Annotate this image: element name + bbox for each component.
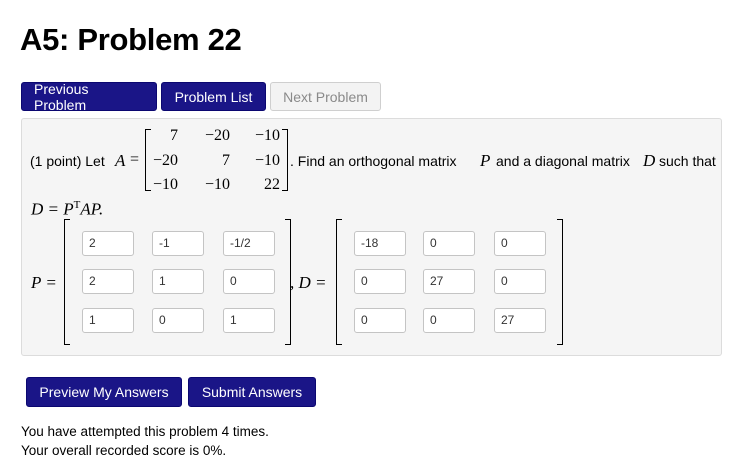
matrix-a-cell: −10 — [254, 152, 280, 169]
answer-actions: Preview My Answers Submit Answers — [26, 377, 316, 407]
answer-input-p[interactable]: 2 — [82, 269, 134, 294]
answer-input-p[interactable]: 1 — [82, 308, 134, 333]
symbol-a: A — [115, 151, 126, 170]
answer-input-d[interactable]: 0 — [423, 308, 475, 333]
preview-answers-button[interactable]: Preview My Answers — [26, 377, 182, 407]
submit-answers-button[interactable]: Submit Answers — [188, 377, 316, 407]
answer-input-d[interactable]: 0 — [494, 231, 546, 256]
matrix-a-cell: 7 — [170, 127, 178, 144]
matrix-a-right-bracket — [282, 129, 288, 191]
matrix-p-left-bracket — [64, 219, 70, 345]
problem-statement: (1 point) Let A = 7 −20 −10 −20 7 −10 −1… — [21, 118, 722, 356]
matrix-a-cell: −20 — [152, 152, 178, 169]
score-message: Your overall recorded score is 0%. — [21, 443, 227, 458]
answer-input-p[interactable]: 1 — [223, 308, 275, 333]
answer-input-d[interactable]: 27 — [494, 308, 546, 333]
such-that-text: such that — [659, 153, 716, 169]
matrix-a-cell: −10 — [254, 127, 280, 144]
problem-list-button[interactable]: Problem List — [161, 82, 266, 111]
answer-input-p[interactable]: 0 — [223, 269, 275, 294]
answer-input-p[interactable]: 2 — [82, 231, 134, 256]
next-problem-button: Next Problem — [270, 82, 381, 111]
previous-problem-button[interactable]: Previous Problem — [21, 81, 157, 113]
answer-input-d[interactable]: 0 — [494, 269, 546, 294]
answer-input-d[interactable]: -18 — [354, 231, 406, 256]
and-text: and a diagonal matrix — [496, 153, 630, 169]
answer-input-d[interactable]: 0 — [423, 231, 475, 256]
answer-input-p[interactable]: -1 — [152, 231, 204, 256]
answer-input-p[interactable]: 0 — [152, 308, 204, 333]
matrix-a-cell: 7 — [222, 152, 230, 169]
matrix-a-cell: −10 — [152, 176, 178, 193]
symbol-d: D — [643, 151, 656, 170]
p-equals-label: P = — [31, 273, 57, 292]
matrix-d-left-bracket — [336, 219, 342, 345]
answer-input-p[interactable]: -1/2 — [223, 231, 275, 256]
matrix-a-cell: −20 — [204, 127, 230, 144]
page-title: A5: Problem 22 — [20, 22, 242, 57]
matrix-d-right-bracket — [557, 219, 563, 345]
points-label: (1 point) Let — [30, 153, 105, 169]
matrix-a-cell: 22 — [264, 176, 280, 193]
answer-input-d[interactable]: 0 — [354, 308, 406, 333]
equation: D = PTAP. — [31, 199, 104, 219]
matrix-a-cell: −10 — [204, 176, 230, 193]
answer-input-d[interactable]: 27 — [423, 269, 475, 294]
answer-input-p[interactable]: 1 — [152, 269, 204, 294]
equals-sign: = — [130, 151, 140, 168]
answer-input-d[interactable]: 0 — [354, 269, 406, 294]
symbol-p: P — [480, 151, 491, 170]
problem-navigation: Previous Problem Problem List Next Probl… — [21, 81, 381, 113]
attempts-message: You have attempted this problem 4 times. — [21, 424, 269, 439]
find-text: . Find an orthogonal matrix — [290, 153, 457, 169]
d-equals-label: , D = — [290, 273, 327, 292]
